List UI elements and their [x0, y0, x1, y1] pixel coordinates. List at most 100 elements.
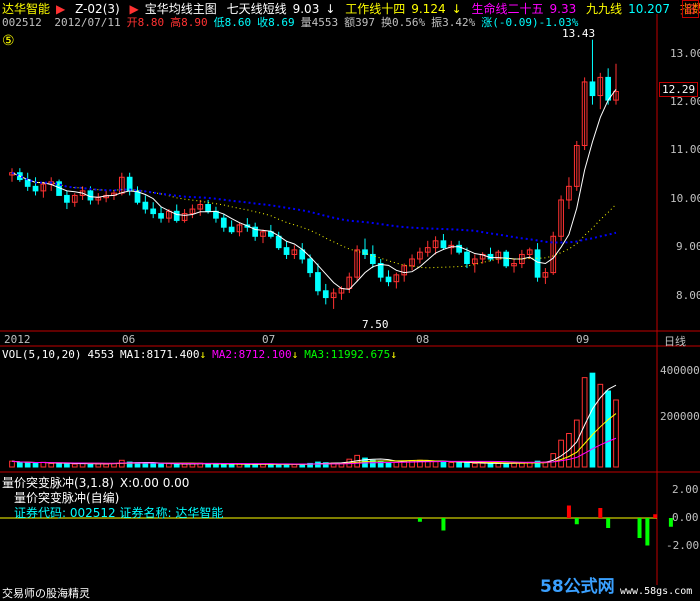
pulse-bar [637, 518, 642, 538]
vol-tick: 200000 [660, 410, 700, 423]
price-tick: 11.00 [670, 143, 700, 156]
volume-bar [32, 462, 39, 468]
turnover-label: 换 [380, 16, 392, 29]
volume-bar [315, 461, 321, 468]
volume-bar [558, 439, 564, 468]
pulse-tick: 2.00 [672, 483, 699, 496]
quote-date: 2012/07/11 [54, 16, 121, 29]
volume-bar [64, 463, 70, 468]
change-label: 涨 [481, 16, 493, 29]
volume-bar [95, 463, 102, 468]
watermark-url: www.58gs.com [620, 586, 693, 597]
turnover-value: 0.56% [391, 16, 426, 29]
volume-bar [613, 399, 619, 468]
ma3-value: 11992.675 [330, 348, 391, 361]
volume-bar [56, 463, 62, 468]
pulse-bar [598, 508, 603, 518]
candle [440, 240, 447, 249]
circle-badge[interactable]: ⑤ [2, 33, 15, 49]
line4-value: 10.207 [628, 2, 671, 16]
open-label: 开 [126, 16, 138, 29]
candle [362, 249, 368, 255]
volume-bar [495, 462, 502, 468]
candle [589, 81, 596, 97]
volume-bar [456, 462, 462, 468]
time-label: 09 [576, 333, 590, 346]
current-price-tag: 12.29 [659, 82, 699, 97]
volume-value: 4553 [311, 16, 339, 29]
volume-bar [150, 463, 157, 468]
candle [158, 213, 164, 219]
candle [307, 258, 313, 274]
pulse-layer [417, 505, 673, 546]
candle [605, 76, 612, 101]
candle [150, 208, 157, 215]
volume-bar [9, 460, 15, 468]
candle [377, 263, 384, 278]
amount-value: 397 [355, 16, 375, 29]
amplitude-label: 振 [431, 16, 443, 29]
candle [173, 210, 180, 221]
price-tick: 9.00 [676, 240, 700, 253]
candle [283, 247, 290, 255]
volume-bar [393, 461, 400, 468]
volume-layer [9, 372, 619, 468]
security-name: 达华智能 [175, 506, 224, 520]
ma1-label: MA1: [119, 348, 147, 361]
time-label: 2012 [4, 333, 31, 346]
volume-bar [440, 461, 447, 468]
volume-bar [166, 463, 172, 468]
amplitude-value: 3.42% [442, 16, 476, 29]
volume-bar [213, 463, 219, 468]
candle [228, 226, 235, 233]
line4-label: 九九线 [586, 2, 623, 16]
ma2-label: MA2: [212, 348, 239, 361]
volume-bar [103, 463, 109, 468]
indicator-params: (3,1.8) [74, 476, 114, 490]
volume-bar [448, 462, 455, 468]
header-row-2: 002512 2012/07/11 开8.80 高8.90 低8.60 收8.69 量45… [2, 14, 584, 30]
volume-bar [385, 462, 392, 468]
ma-mid-line [11, 172, 617, 269]
collapse-button[interactable]: 日 [682, 0, 699, 18]
ma-long-line [11, 171, 617, 244]
amount-label: 额 [344, 16, 356, 29]
vol-value: 4553 [87, 348, 114, 361]
open-value: 8.80 [137, 16, 165, 29]
security-code: 002512 [69, 506, 116, 520]
volume-bar [173, 463, 180, 468]
time-label: 06 [122, 333, 136, 346]
volume-bar [291, 464, 298, 468]
close-value: 8.69 [268, 16, 295, 29]
candle [32, 185, 39, 192]
pulse-bar [606, 518, 611, 528]
close-label: 收 [257, 16, 269, 29]
period-label[interactable]: 日线 [664, 333, 686, 349]
volume-bar [142, 462, 149, 468]
price-tick: 13.00 [670, 47, 700, 60]
time-label: 07 [262, 333, 276, 346]
ma2-value: 8712.100 [238, 348, 292, 361]
watermark-logo: 58公式网 [540, 577, 615, 597]
pulse-bar [417, 518, 422, 522]
volume-bar [228, 464, 235, 468]
down-arrow-icon: ↓ [390, 348, 397, 361]
volume-header: VOL(5,10,20) 4553 MA1:8171.400↓ MA2:8712.10… [2, 348, 403, 361]
ma3-label: MA3: [304, 348, 331, 361]
volume-bar [16, 462, 23, 468]
footer-brand: 交易师の股海精灵 [2, 587, 90, 600]
volume-bar [48, 462, 55, 468]
pulse-bar [653, 514, 658, 518]
low-label: 低 [213, 16, 225, 29]
volume-bar [589, 372, 596, 468]
volume-bar [71, 463, 78, 468]
volume-bar [487, 463, 494, 468]
volume-label: 量 [300, 16, 312, 29]
security-info: 证券代码: 002512 证券名称: 达华智能 [14, 504, 223, 521]
candle [64, 194, 70, 203]
volume-ma-line [11, 413, 617, 465]
down-arrow-icon: ↓ [199, 348, 207, 361]
volume-bar [464, 462, 470, 468]
indicator-x-value: X:0.00 0.00 [119, 476, 190, 490]
low-value: 8.60 [224, 16, 252, 29]
